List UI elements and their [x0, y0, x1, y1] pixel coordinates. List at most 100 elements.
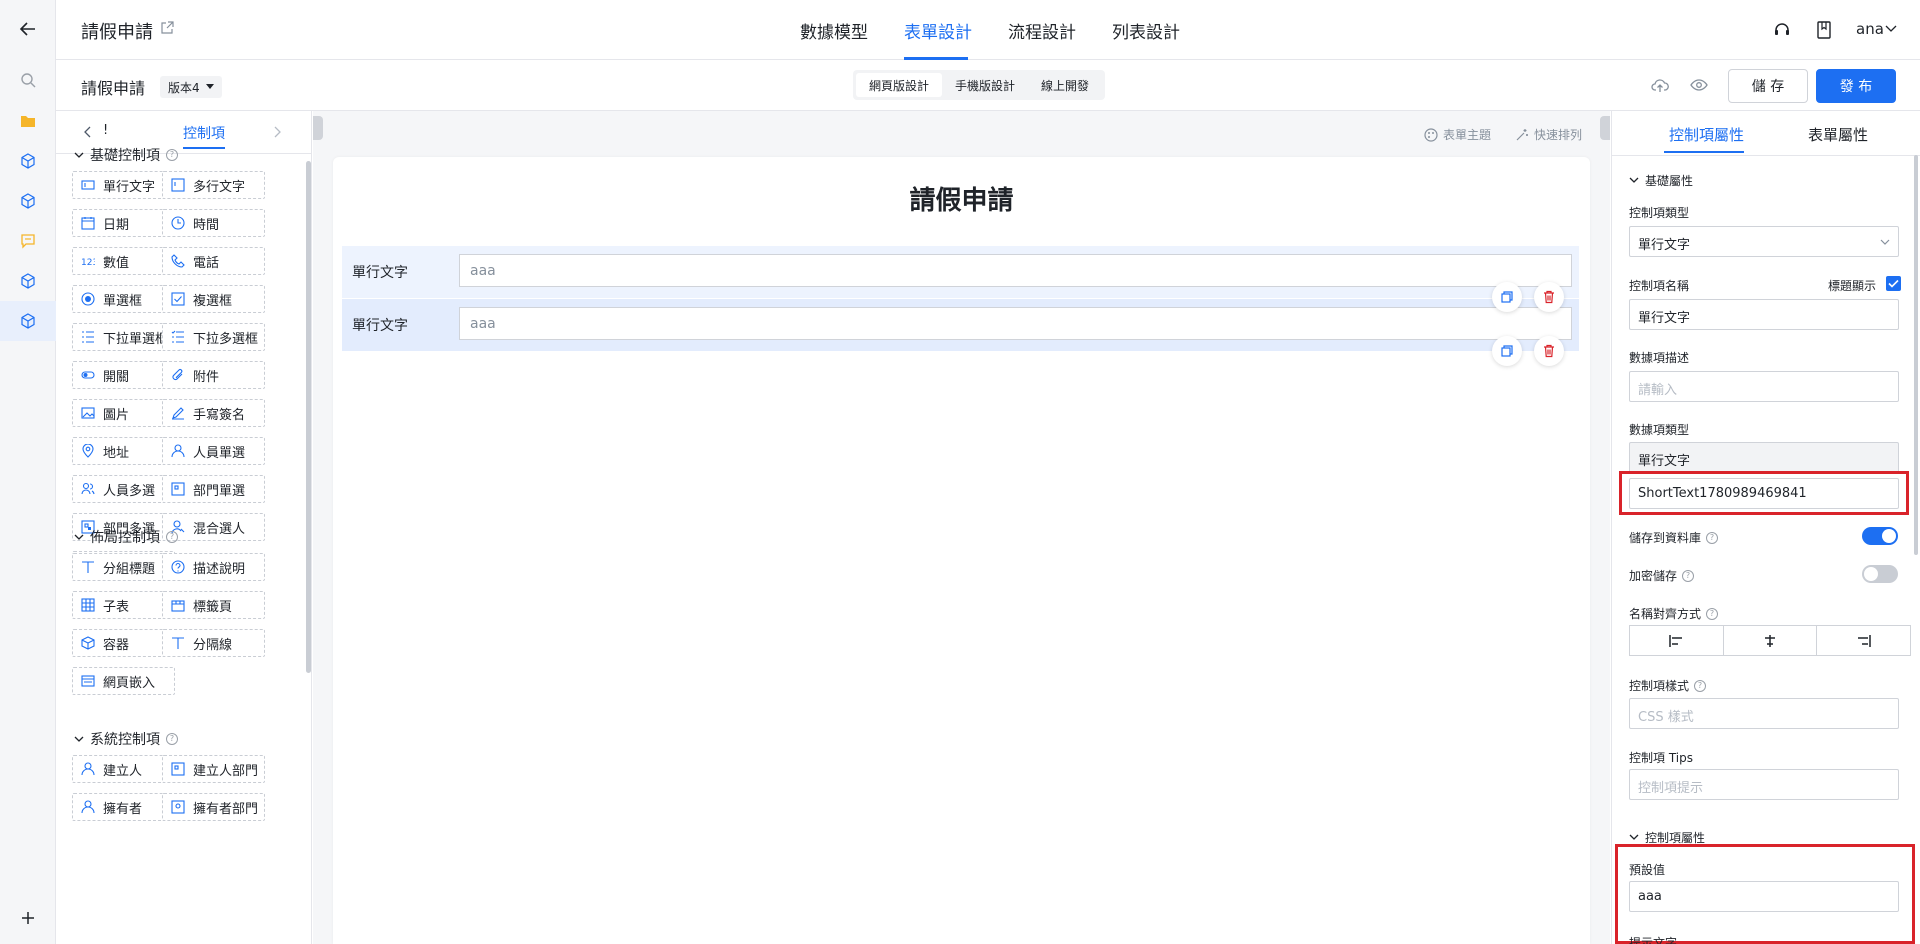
scrollbar[interactable] — [1914, 155, 1918, 555]
mode-web[interactable]: 網頁版設計 — [856, 73, 943, 97]
control-item[interactable]: 建立人 — [72, 755, 175, 783]
section-header[interactable]: 基礎控制項? — [74, 145, 178, 165]
control-item[interactable]: 開關 — [72, 361, 175, 389]
align-center-icon[interactable] — [1724, 626, 1818, 655]
control-item[interactable]: 部門單選 — [162, 475, 265, 503]
delete-icon[interactable] — [1534, 282, 1564, 312]
form-field-row[interactable]: 單行文字 aaa — [342, 246, 1579, 298]
align-right-icon[interactable] — [1817, 626, 1910, 655]
control-item[interactable]: 123 數值 — [72, 247, 175, 275]
control-item[interactable]: 單選框 — [72, 285, 175, 313]
form-field-row[interactable]: 單行文字 aaa — [342, 299, 1579, 351]
field-input[interactable]: aaa — [459, 254, 1572, 287]
search-icon[interactable] — [0, 60, 56, 100]
chat-icon[interactable] — [0, 221, 56, 261]
show-title-checkbox[interactable] — [1886, 276, 1901, 291]
control-item[interactable]: 複選框 — [162, 285, 265, 313]
plus-icon[interactable] — [0, 898, 56, 938]
prev-tab[interactable]: ! — [103, 123, 108, 138]
control-item[interactable]: 單行文字 — [72, 171, 175, 199]
cube-icon[interactable] — [0, 181, 56, 221]
save-button[interactable]: 儲 存 — [1728, 69, 1808, 103]
cube-icon[interactable] — [0, 261, 56, 301]
control-item[interactable]: 子表 — [72, 591, 175, 619]
headset-icon[interactable] — [1773, 21, 1791, 39]
encrypt-toggle[interactable] — [1862, 565, 1898, 583]
chevron-down-icon — [1880, 239, 1890, 245]
control-item[interactable]: 建立人部門 — [162, 755, 265, 783]
control-item[interactable]: 容器 — [72, 629, 175, 657]
style-label: 控制項樣式 — [1629, 679, 1690, 693]
chevron-left-icon[interactable] — [83, 126, 91, 138]
collapse-right-handle[interactable] — [1600, 116, 1610, 140]
control-item[interactable]: 圖片 — [72, 399, 175, 427]
tab-form-properties[interactable]: 表單屬性 — [1808, 124, 1868, 145]
control-item[interactable]: 地址 — [72, 437, 175, 465]
tab-form-design[interactable]: 表單設計 — [904, 18, 972, 43]
tab-controls[interactable]: 控制項 — [183, 123, 225, 143]
tab-flow-design[interactable]: 流程設計 — [1008, 18, 1076, 43]
mode-online-dev[interactable]: 線上開發 — [1028, 73, 1102, 97]
cube-icon[interactable] — [0, 301, 56, 341]
single-line-icon — [81, 178, 95, 192]
tab-list-design[interactable]: 列表設計 — [1112, 18, 1180, 43]
book-icon[interactable] — [1816, 21, 1832, 39]
align-left-icon[interactable] — [1630, 626, 1724, 655]
tab-control-properties[interactable]: 控制項屬性 — [1669, 124, 1744, 145]
chevron-down-icon[interactable] — [1885, 24, 1897, 34]
scrollbar[interactable] — [306, 161, 311, 673]
back-arrow-icon[interactable] — [0, 9, 56, 49]
control-item[interactable]: 標籤頁 — [162, 591, 265, 619]
tips-input[interactable]: 控制項提示 — [1629, 769, 1899, 800]
publish-button[interactable]: 發 布 — [1816, 69, 1896, 103]
field-input[interactable]: aaa — [459, 307, 1572, 340]
control-item[interactable]: 描述說明 — [162, 553, 265, 581]
control-item-label: 日期 — [103, 217, 130, 233]
data-desc-input[interactable]: 請輸入 — [1629, 371, 1899, 402]
section-header[interactable]: 佈局控制項? — [74, 527, 178, 547]
cloud-upload-icon[interactable] — [1651, 77, 1669, 93]
control-item[interactable]: 日期 — [72, 209, 175, 237]
basic-properties-header[interactable]: 基礎屬性 — [1629, 172, 1693, 189]
style-row: 控制項樣式? — [1629, 677, 1707, 694]
control-item[interactable]: 下拉單選框 — [72, 323, 175, 351]
control-item[interactable]: 人員單選 — [162, 437, 265, 465]
control-item[interactable]: 擁有者部門 — [162, 793, 265, 821]
control-item[interactable]: 分組標題 — [72, 553, 175, 581]
control-item[interactable]: 分隔線 — [162, 629, 265, 657]
control-item[interactable]: 附件 — [162, 361, 265, 389]
control-item[interactable]: 電話 — [162, 247, 265, 275]
section-header[interactable]: 系統控制項? — [74, 729, 178, 749]
control-item[interactable]: 人員多選 — [72, 475, 175, 503]
folder-icon[interactable] — [0, 101, 56, 141]
copy-icon[interactable] — [1492, 336, 1522, 366]
control-item[interactable]: 擁有者 — [72, 793, 175, 821]
control-item[interactable]: 手寫簽名 — [162, 399, 265, 427]
control-item[interactable]: 下拉多選框 — [162, 323, 265, 351]
collapse-left-handle[interactable] — [313, 116, 323, 140]
control-type-select[interactable]: 單行文字 — [1629, 226, 1899, 257]
mode-mobile[interactable]: 手機版設計 — [942, 73, 1028, 97]
clock-icon — [171, 216, 185, 230]
external-link-icon[interactable] — [161, 21, 174, 34]
cube-icon[interactable] — [0, 141, 56, 181]
save-db-toggle[interactable] — [1862, 527, 1898, 545]
control-item[interactable]: 多行文字 — [162, 171, 265, 199]
control-item[interactable]: 網頁嵌入 — [72, 667, 175, 695]
section-title: 基礎控制項 — [90, 148, 160, 164]
copy-icon[interactable] — [1492, 282, 1522, 312]
control-item-label: 單行文字 — [103, 179, 156, 195]
control-name-input[interactable]: 單行文字 — [1629, 299, 1899, 330]
app-rail — [0, 0, 56, 944]
version-select[interactable]: 版本4 — [160, 76, 222, 98]
control-item-label: 附件 — [193, 369, 220, 385]
user-name[interactable]: ana — [1856, 20, 1884, 38]
tab-data-model[interactable]: 數據模型 — [800, 18, 868, 43]
form-theme-button[interactable]: 表單主題 — [1424, 126, 1491, 143]
quick-arrange-button[interactable]: 快速排列 — [1515, 126, 1582, 143]
style-input[interactable]: CSS 樣式 — [1629, 698, 1899, 729]
chevron-right-icon[interactable] — [274, 126, 282, 138]
delete-icon[interactable] — [1534, 336, 1564, 366]
control-item[interactable]: 時間 — [162, 209, 265, 237]
eye-icon[interactable] — [1690, 78, 1708, 92]
